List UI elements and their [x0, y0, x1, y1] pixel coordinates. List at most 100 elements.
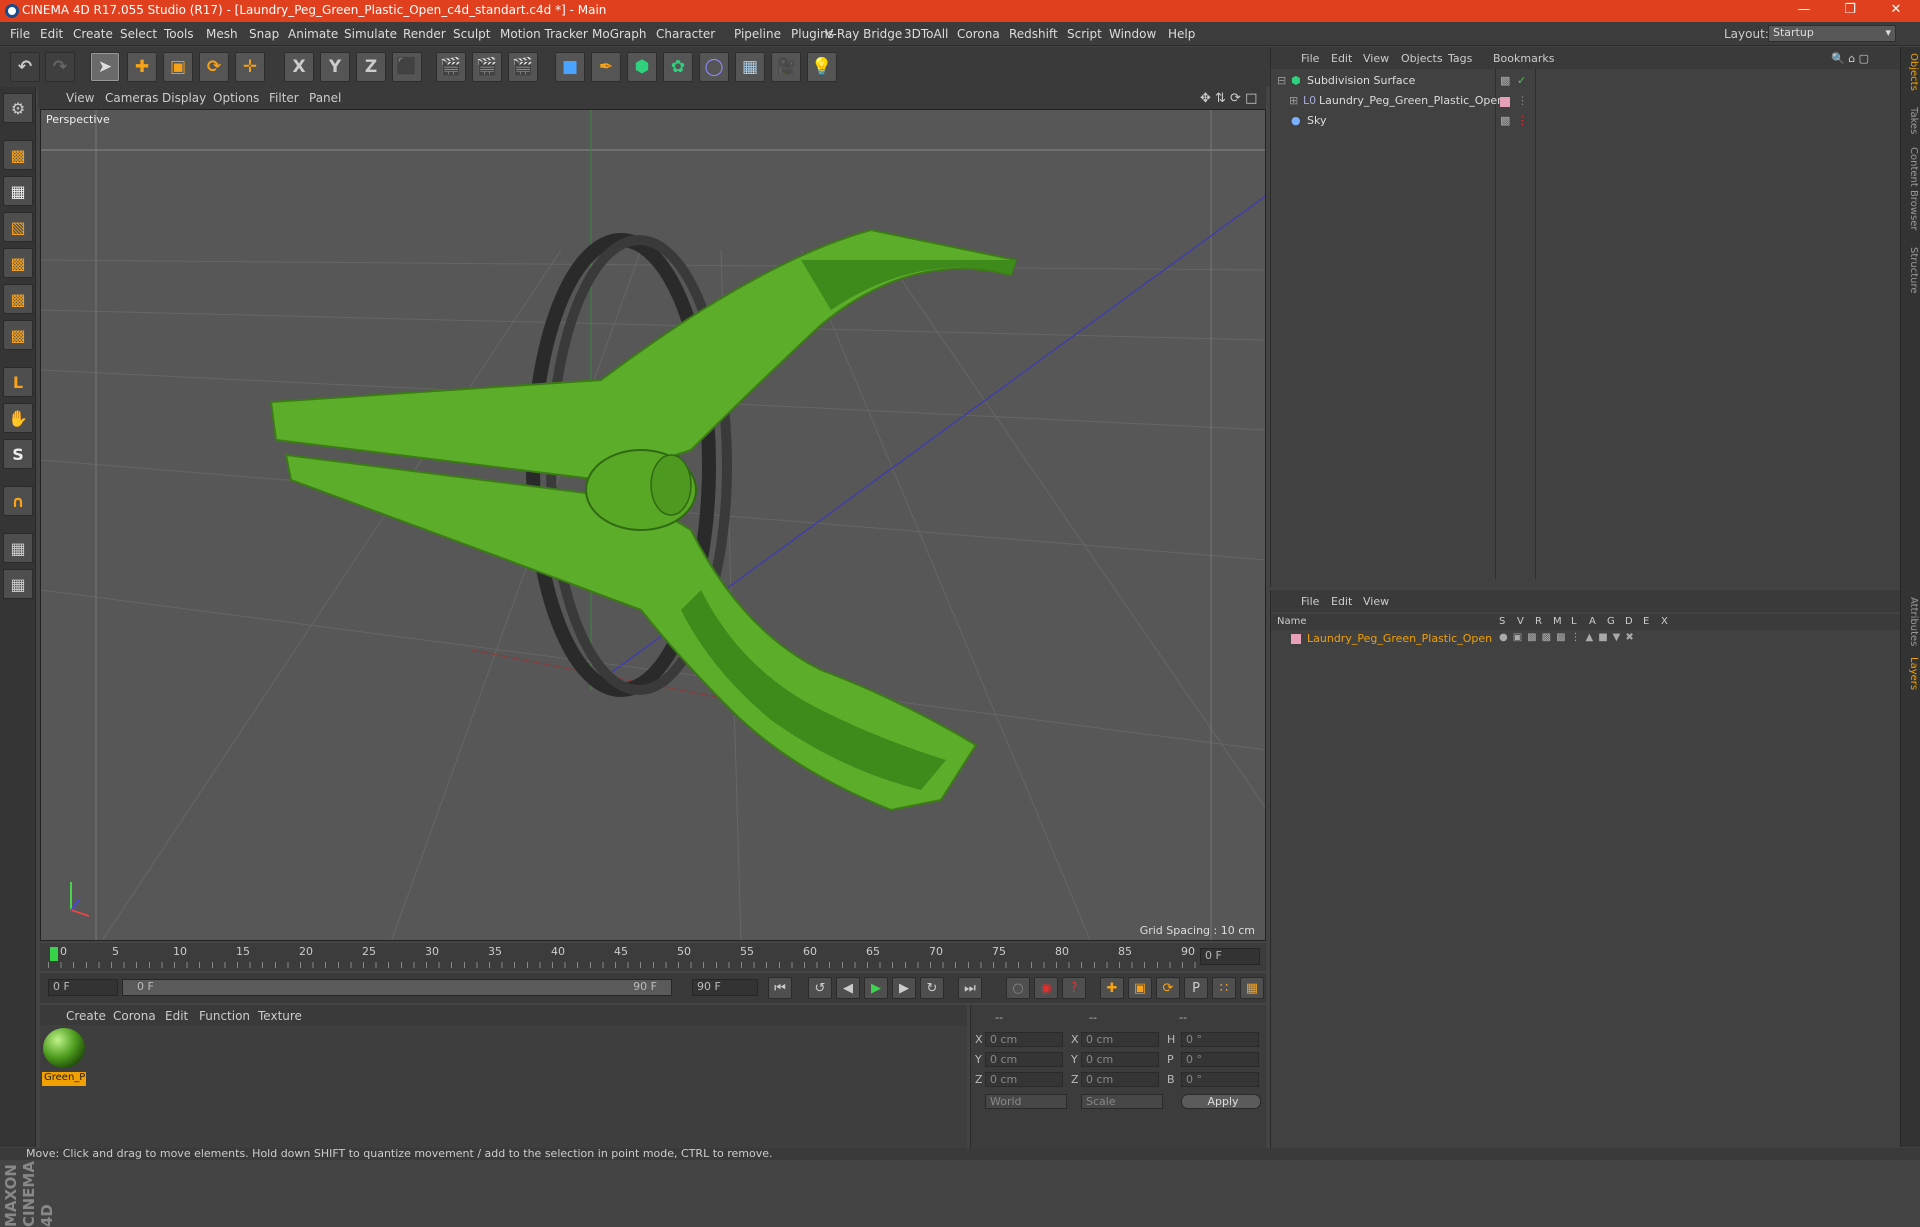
render-settings-icon[interactable]: 🎬 [508, 52, 538, 82]
edges-mode-icon[interactable]: ▩ [3, 284, 33, 314]
close-icon[interactable]: ✕ [1884, 2, 1908, 20]
rotate-icon[interactable]: ⟳ [199, 52, 229, 82]
pos-z-field[interactable]: 0 cm [985, 1072, 1063, 1087]
go-to-end-icon[interactable]: ⏭ [958, 977, 982, 999]
rot-p-field[interactable]: 0 ° [1181, 1052, 1259, 1067]
layer-row[interactable]: Laundry_Peg_Green_Plastic_Open ●▣▩▩▩⋮▲■▼… [1271, 632, 1901, 650]
tab-layers[interactable]: Layers [1903, 657, 1919, 690]
menu-select[interactable]: Select [120, 27, 157, 41]
tab-content-browser[interactable]: Content Browser [1903, 147, 1919, 230]
timeline-window-icon[interactable]: ▦ [1240, 977, 1264, 999]
previous-key-icon[interactable]: ↺ [808, 977, 832, 999]
undo-icon[interactable]: ↶ [10, 52, 40, 82]
autokey-icon[interactable]: ◉ [1034, 977, 1058, 999]
menu-file[interactable]: File [10, 27, 30, 41]
floor-icon[interactable]: ▦ [735, 52, 765, 82]
key-rotation-icon[interactable]: ⟳ [1156, 977, 1180, 999]
make-editable-icon[interactable]: ⚙ [3, 93, 33, 123]
visibility-dots-icon[interactable]: ⋮ [1517, 114, 1528, 127]
menu-mograph[interactable]: MoGraph [592, 27, 647, 41]
mat-menu-function[interactable]: Function [199, 1009, 250, 1023]
viewport-menu-options[interactable]: Options [213, 91, 259, 105]
scale-dropdown[interactable]: Scale [1081, 1094, 1163, 1109]
menu-edit[interactable]: Edit [40, 27, 63, 41]
om-search-icons[interactable]: 🔍 ⌂ ▢ [1831, 52, 1869, 65]
rot-h-field[interactable]: 0 ° [1181, 1032, 1259, 1047]
lock-workplane-icon[interactable]: ▦ [3, 533, 33, 563]
mat-menu-texture[interactable]: Texture [258, 1009, 302, 1023]
deformer-icon[interactable]: ◯ [699, 52, 729, 82]
object-row[interactable]: ⊟ ⬢ Subdivision Surface ▩ ✓ [1271, 74, 1901, 92]
viewport-menu-cameras[interactable]: Cameras [105, 91, 158, 105]
expand-icon[interactable]: ⊞ [1289, 94, 1298, 107]
minimize-icon[interactable]: — [1792, 2, 1816, 20]
menu-sculpt[interactable]: Sculpt [453, 27, 490, 41]
workplane-icon[interactable]: ▧ [3, 212, 33, 242]
cloner-icon[interactable]: ✿ [663, 52, 693, 82]
previous-frame-icon[interactable]: ◀ [836, 977, 860, 999]
key-scale-icon[interactable]: ▣ [1128, 977, 1152, 999]
world-dropdown[interactable]: World [985, 1094, 1067, 1109]
perspective-viewport[interactable]: Perspective Grid Spacing : 10 cm [40, 109, 1266, 941]
menu-character[interactable]: Character [656, 27, 715, 41]
menu-script[interactable]: Script [1067, 27, 1102, 41]
snapping-icon[interactable]: S [3, 439, 33, 469]
camera-icon[interactable]: 🎥 [771, 52, 801, 82]
menu-mesh[interactable]: Mesh [206, 27, 238, 41]
restore-icon[interactable]: ❐ [1838, 2, 1862, 20]
layer-flag-icons[interactable]: ●▣▩▩▩⋮▲■▼✖ [1499, 632, 1639, 643]
play-icon[interactable]: ▶ [864, 977, 888, 999]
points-mode-icon[interactable]: ▩ [3, 248, 33, 278]
menu-redshift[interactable]: Redshift [1009, 27, 1058, 41]
go-to-start-icon[interactable]: ⏮ [768, 977, 792, 999]
key-pla-icon[interactable]: ∷ [1212, 977, 1236, 999]
menu-help[interactable]: Help [1168, 27, 1195, 41]
x-axis-icon[interactable]: X [284, 52, 314, 82]
tab-attributes[interactable]: Attributes [1903, 597, 1919, 646]
collapse-icon[interactable]: ⊟ [1277, 74, 1286, 87]
om-menu-view[interactable]: View [1363, 52, 1389, 65]
tab-objects[interactable]: Objects [1903, 53, 1919, 91]
key-parameter-icon[interactable]: P [1184, 977, 1208, 999]
menu-simulate[interactable]: Simulate [344, 27, 397, 41]
om-menu-objects[interactable]: Objects [1401, 52, 1443, 65]
menu-create[interactable]: Create [73, 27, 113, 41]
timeline-ruler[interactable]: 0 5 10 15 20 25 30 35 40 45 50 55 60 65 … [40, 943, 1266, 971]
menu-3dtoall[interactable]: 3DToAll [904, 27, 948, 41]
mat-menu-edit[interactable]: Edit [165, 1009, 188, 1023]
viewport-menu-display[interactable]: Display [162, 91, 206, 105]
frame-range-slider[interactable]: 0 F 90 F [122, 979, 672, 996]
visibility-dots-icon[interactable]: ⋮ [1517, 94, 1528, 107]
scale-icon[interactable]: ▣ [163, 52, 193, 82]
om-menu-tags[interactable]: Tags [1448, 52, 1472, 65]
checkmark-icon[interactable]: ✓ [1517, 74, 1526, 87]
lm-menu-edit[interactable]: Edit [1331, 595, 1352, 608]
model-mode-icon[interactable]: ▩ [3, 140, 33, 170]
viewport-menu-panel[interactable]: Panel [309, 91, 341, 105]
mat-menu-create[interactable]: Create [66, 1009, 106, 1023]
viewport-menu-filter[interactable]: Filter [269, 91, 299, 105]
y-axis-icon[interactable]: Y [320, 52, 350, 82]
mat-menu-corona[interactable]: Corona [113, 1009, 156, 1023]
size-z-field[interactable]: 0 cm [1081, 1072, 1159, 1087]
transform-icon[interactable]: ✛ [235, 52, 265, 82]
next-frame-icon[interactable]: ▶ [892, 977, 916, 999]
lm-menu-file[interactable]: File [1301, 595, 1319, 608]
next-key-icon[interactable]: ↻ [920, 977, 944, 999]
select-arrow-icon[interactable]: ➤ [90, 52, 120, 82]
object-row[interactable]: ⊞ L0 Laundry_Peg_Green_Plastic_Open ⋮ [1271, 94, 1901, 112]
key-position-icon[interactable]: ✚ [1100, 977, 1124, 999]
menu-motion-tracker[interactable]: Motion Tracker [500, 27, 588, 41]
end-frame-field[interactable]: 90 F [692, 979, 758, 996]
texture-mode-icon[interactable]: ▦ [3, 176, 33, 206]
tab-takes[interactable]: Takes [1903, 107, 1919, 134]
menu-pipeline[interactable]: Pipeline [734, 27, 781, 41]
menu-tools[interactable]: Tools [164, 27, 194, 41]
redo-icon[interactable]: ↷ [45, 52, 75, 82]
object-row[interactable]: ● Sky ▩ ⋮ [1271, 114, 1901, 132]
om-menu-file[interactable]: File [1301, 52, 1319, 65]
menu-animate[interactable]: Animate [288, 27, 338, 41]
magnet-icon[interactable]: ∩ [3, 486, 33, 516]
playhead[interactable] [50, 947, 58, 961]
render-view-icon[interactable]: 🎬 [436, 52, 466, 82]
